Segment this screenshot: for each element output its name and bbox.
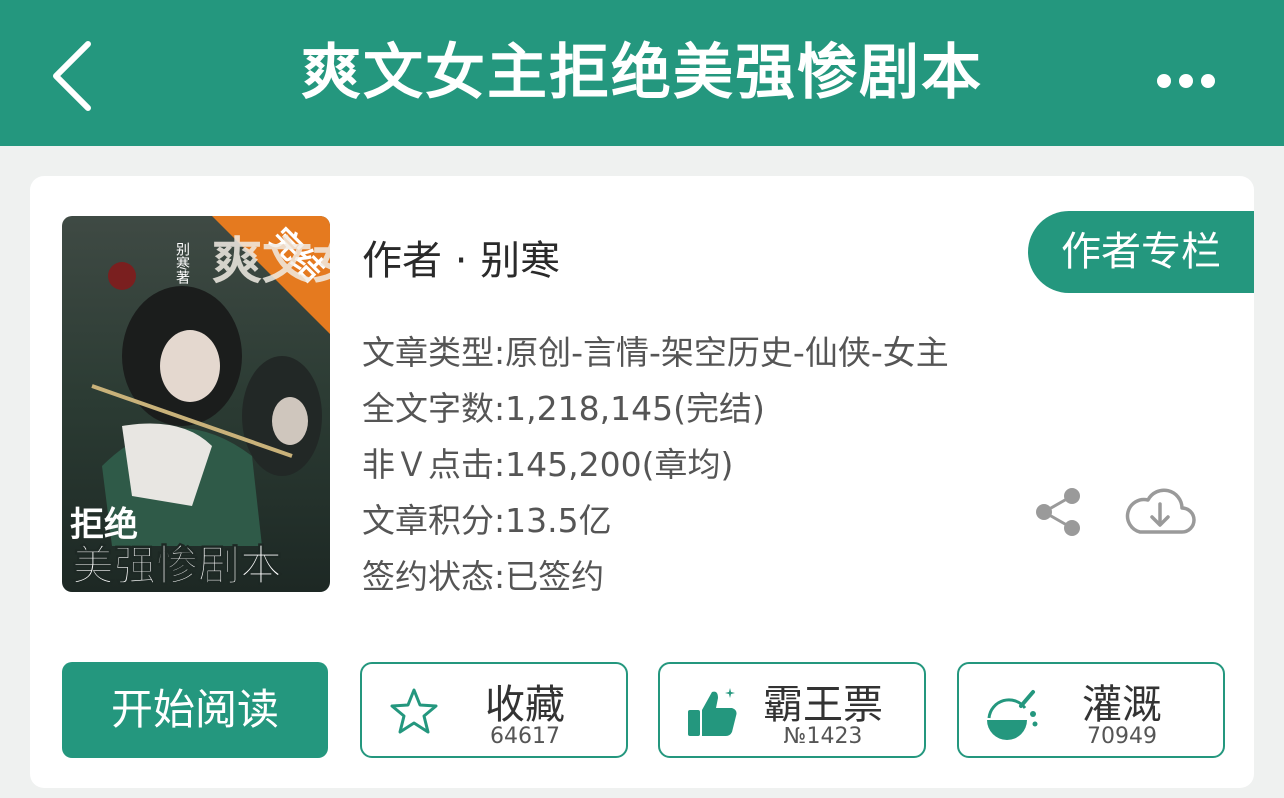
- meta-sign-status: 签约状态:已签约: [362, 557, 605, 596]
- more-dots-icon: [1157, 74, 1215, 88]
- author-column-button[interactable]: 作者专栏: [1028, 211, 1254, 293]
- share-icon: [1036, 488, 1080, 536]
- top-app-bar: 爽文女主拒绝美强惨剧本: [0, 0, 1284, 146]
- favorite-button[interactable]: 收藏 64617: [360, 662, 628, 758]
- favorite-label: 收藏: [485, 682, 565, 728]
- download-button[interactable]: [1120, 480, 1198, 544]
- meta-word-count: 全文字数:1,218,145(完结): [362, 389, 765, 428]
- cover-title-line1: 拒绝: [70, 505, 138, 545]
- overlord-ticket-button[interactable]: 霸王票 №1423: [658, 662, 926, 758]
- overlord-ticket-rank: №1423: [783, 724, 863, 749]
- cloud-download-icon: [1125, 488, 1196, 534]
- thumbs-up-icon: [688, 688, 737, 736]
- share-button[interactable]: [1030, 484, 1086, 540]
- book-info-card: 完结 爽文女主 拒绝 美强惨剧本 别寒著 作者 · 别寒 作者专栏 文章类型:原…: [30, 176, 1254, 788]
- meta-clicks: 非Ｖ点击:145,200(章均): [362, 445, 734, 484]
- chevron-left-icon: [53, 41, 91, 111]
- nutrient-button[interactable]: 灌溉 70949: [957, 662, 1225, 758]
- nutrient-count: 70949: [1087, 724, 1157, 749]
- flask-icon: [987, 690, 1038, 740]
- star-icon: [390, 688, 438, 734]
- back-button[interactable]: [40, 36, 110, 116]
- book-cover-art: 完结 爽文女主 拒绝 美强惨剧本 别寒著: [62, 216, 330, 592]
- more-options-button[interactable]: [1150, 56, 1222, 106]
- book-cover[interactable]: 完结 爽文女主 拒绝 美强惨剧本 别寒著: [62, 216, 330, 592]
- meta-article-type: 文章类型:原创-言情-架空历史-仙侠-女主: [362, 333, 949, 372]
- cover-title-line2: 美强惨剧本: [72, 541, 282, 590]
- overlord-ticket-label: 霸王票: [763, 682, 883, 728]
- favorite-count: 64617: [490, 724, 560, 749]
- cover-author-mark: 别寒著: [174, 242, 190, 284]
- meta-score: 文章积分:13.5亿: [362, 501, 612, 540]
- nutrient-label: 灌溉: [1082, 682, 1162, 728]
- cover-big-chars: 爽文女主: [212, 231, 330, 290]
- page-title: 爽文女主拒绝美强惨剧本: [301, 38, 983, 108]
- author-name[interactable]: 作者 · 别寒: [362, 228, 560, 286]
- start-reading-button[interactable]: 开始阅读: [62, 662, 328, 758]
